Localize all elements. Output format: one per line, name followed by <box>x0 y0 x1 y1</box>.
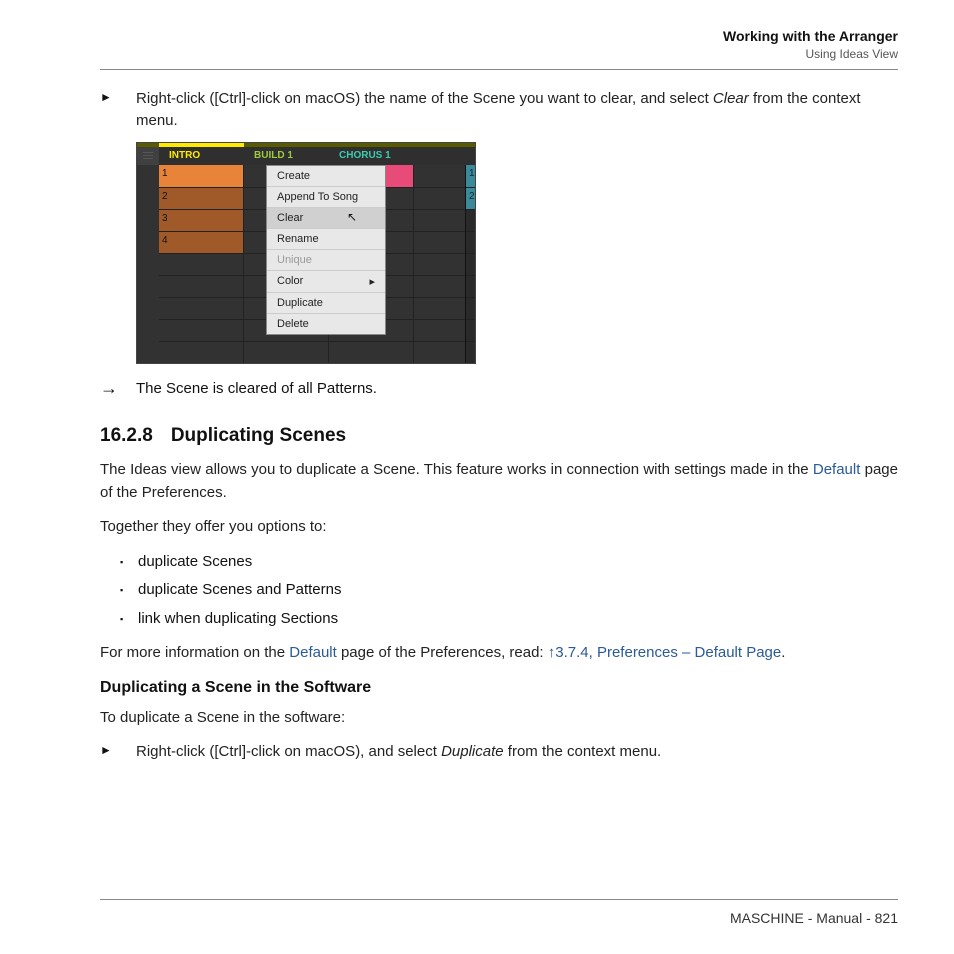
paragraph: The Ideas view allows you to duplicate a… <box>100 459 898 504</box>
pattern-cell: 3 <box>159 210 244 231</box>
footer-text: MASCHINE - Manual - 821 <box>56 910 898 926</box>
list-item: ▪link when duplicating Sections <box>120 608 898 631</box>
section-number: 16.2.8 <box>100 425 153 446</box>
header-rule <box>100 69 898 70</box>
result-line: The Scene is cleared of all Patterns. <box>100 378 898 400</box>
section-heading: 16.2.8 Duplicating Scenes <box>100 425 898 447</box>
subsection-heading: Duplicating a Scene in the Software <box>100 679 898 697</box>
paragraph: For more information on the Default page… <box>100 642 898 665</box>
pattern-cell: 2 <box>159 188 244 209</box>
context-menu-screenshot: INTRO BUILD 1 CHORUS 1 1 2 <box>136 142 476 364</box>
menu-create[interactable]: Create <box>267 166 385 187</box>
grip-icon <box>137 147 159 165</box>
footer-rule <box>100 899 898 900</box>
instruction-step: Right-click ([Ctrl]-click on macOS), and… <box>100 741 898 763</box>
bullet-icon: ▪ <box>120 579 138 602</box>
instruction-step: Right-click ([Ctrl]-click on macOS) the … <box>100 88 898 132</box>
default-link[interactable]: Default <box>289 644 337 661</box>
step-text: Right-click ([Ctrl]-click on macOS) the … <box>136 88 898 132</box>
default-link[interactable]: Default <box>813 461 861 478</box>
page-footer: MASCHINE - Manual - 821 <box>56 899 898 926</box>
paragraph: To duplicate a Scene in the software: <box>100 707 898 730</box>
scene-build1: BUILD 1 <box>244 150 329 161</box>
ss-topbar <box>137 143 475 147</box>
cursor-icon: ↖ <box>347 210 357 224</box>
scene-chorus1: CHORUS 1 <box>329 150 414 161</box>
menu-duplicate[interactable]: Duplicate <box>267 293 385 314</box>
paragraph: Together they offer you options to: <box>100 516 898 539</box>
bullet-list: ▪duplicate Scenes ▪duplicate Scenes and … <box>100 551 898 631</box>
pattern-cell: 4 <box>159 232 244 253</box>
pattern-cell: 1 <box>159 165 244 187</box>
list-item: ▪duplicate Scenes and Patterns <box>120 579 898 602</box>
scene-header-row: INTRO BUILD 1 CHORUS 1 <box>137 147 475 165</box>
section-title: Duplicating Scenes <box>171 425 346 446</box>
scene-intro: INTRO <box>159 150 244 161</box>
menu-delete[interactable]: Delete <box>267 314 385 334</box>
step-marker-icon <box>100 88 136 132</box>
list-item: ▪duplicate Scenes <box>120 551 898 574</box>
menu-rename[interactable]: Rename <box>267 229 385 250</box>
menu-unique: Unique <box>267 250 385 271</box>
step-text: Right-click ([Ctrl]-click on macOS), and… <box>136 741 898 763</box>
header-subtitle: Using Ideas View <box>100 47 898 61</box>
result-text: The Scene is cleared of all Patterns. <box>136 378 898 400</box>
context-menu: Create Append To Song Clear ↖ Rename Uni… <box>266 165 386 335</box>
bullet-icon: ▪ <box>120 551 138 574</box>
menu-append[interactable]: Append To Song <box>267 187 385 208</box>
header-title: Working with the Arranger <box>100 28 898 44</box>
menu-clear[interactable]: Clear ↖ <box>267 208 385 229</box>
submenu-arrow-icon: ▸ <box>369 275 375 288</box>
bullet-icon: ▪ <box>120 608 138 631</box>
step-marker-icon <box>100 741 136 763</box>
page-header: Working with the Arranger Using Ideas Vi… <box>56 28 898 61</box>
result-arrow-icon <box>100 378 136 400</box>
menu-color[interactable]: Color ▸ <box>267 271 385 293</box>
preferences-crossref-link[interactable]: ↑3.7.4, Preferences – Default Page <box>548 644 781 661</box>
